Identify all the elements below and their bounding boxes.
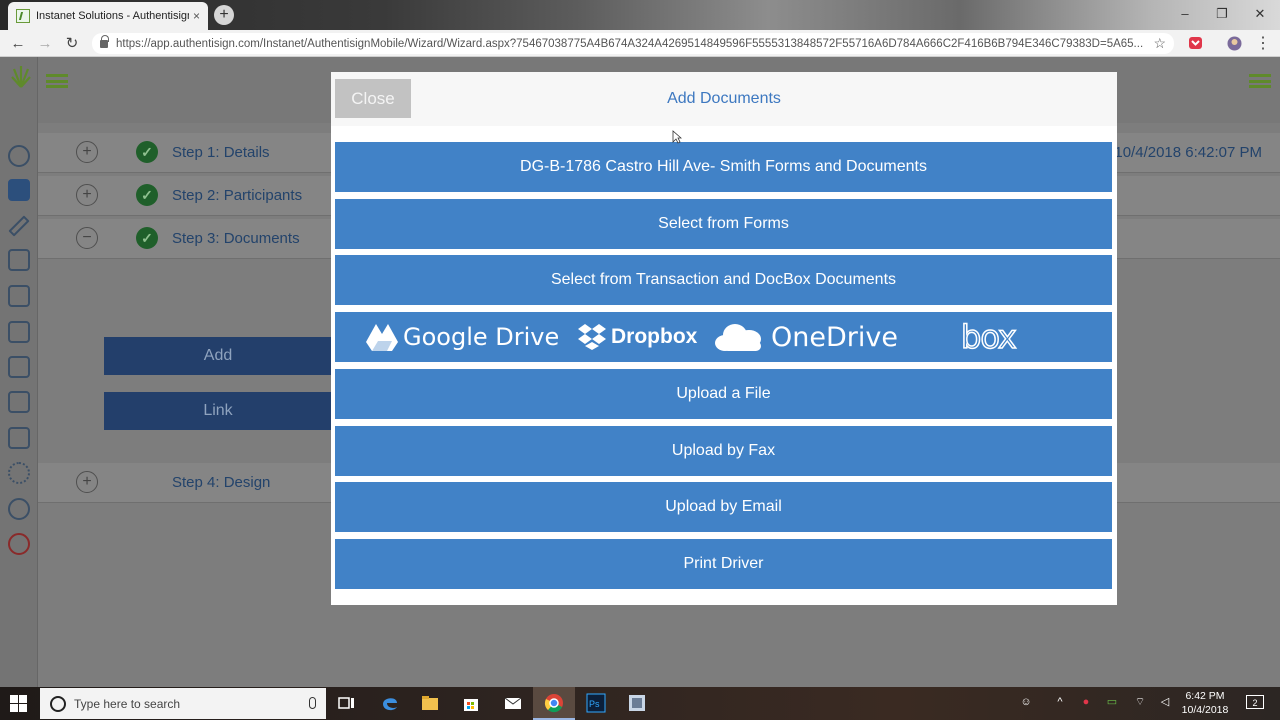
step-label: Step 4: Design [172, 474, 271, 491]
reload-icon[interactable]: ↻ [62, 34, 82, 54]
svg-text:Ps: Ps [589, 699, 600, 709]
forward-icon[interactable]: → [35, 34, 55, 54]
task-view-icon[interactable] [337, 693, 357, 713]
profile-avatar-icon[interactable] [1227, 36, 1242, 51]
right-menu-icon[interactable] [1249, 74, 1271, 88]
link-documents-button[interactable]: Link [104, 392, 332, 430]
browser-tab[interactable]: Instanet Solutions - Authentisign × [8, 2, 208, 30]
clock-time: 6:42 PM [1185, 690, 1225, 702]
browser-tab-strip: Instanet Solutions - Authentisign × + – … [0, 0, 1280, 30]
expand-step-icon[interactable]: + [76, 184, 98, 206]
mouse-cursor-icon [672, 130, 682, 144]
battery-tray-icon[interactable]: ▭ [1105, 695, 1119, 709]
dropbox-icon [578, 324, 606, 350]
lock-icon [100, 34, 109, 48]
print-driver-button[interactable]: Print Driver [335, 539, 1112, 589]
address-bar[interactable]: https://app.authentisign.com/Instanet/Au… [92, 33, 1174, 54]
cortana-icon [50, 695, 66, 712]
tab-close-icon[interactable]: × [193, 9, 200, 23]
people-icon[interactable]: ☺ [1019, 695, 1033, 709]
google-drive-label: Google Drive [403, 323, 560, 351]
calendar-icon[interactable] [8, 321, 30, 343]
help-icon[interactable] [8, 498, 30, 520]
expand-step-icon[interactable]: + [76, 141, 98, 163]
google-drive-button[interactable]: Google Drive [365, 312, 559, 362]
photoshop-icon[interactable]: Ps [586, 693, 606, 713]
transaction-forms-button[interactable]: DG-B-1786 Castro Hill Ave- Smith Forms a… [335, 142, 1112, 192]
browser-menu-icon[interactable]: ⋮ [1253, 34, 1273, 54]
upload-fax-button[interactable]: Upload by Fax [335, 426, 1112, 476]
select-transaction-docbox-button[interactable]: Select from Transaction and DocBox Docum… [335, 255, 1112, 305]
back-icon[interactable]: ← [8, 34, 28, 54]
left-menu-icon[interactable] [46, 74, 68, 88]
contact-card-icon[interactable] [8, 427, 30, 449]
windows-start-icon[interactable] [10, 695, 27, 712]
network-icon[interactable]: ⌔ [1133, 695, 1147, 709]
action-center-icon[interactable]: 2 [1246, 695, 1264, 709]
new-tab-button[interactable]: + [214, 5, 234, 25]
edge-browser-icon[interactable] [380, 693, 400, 713]
minimize-button[interactable]: – [1170, 4, 1200, 24]
dashboard-gauge-icon[interactable] [8, 145, 30, 167]
google-drive-icon [366, 324, 398, 351]
microphone-icon[interactable] [309, 697, 316, 709]
home-icon[interactable] [8, 179, 30, 201]
add-documents-button[interactable]: Add [104, 337, 332, 375]
window-close-button[interactable]: ✕ [1245, 4, 1275, 24]
antivirus-tray-icon[interactable]: ● [1079, 695, 1093, 709]
authentisign-logo-icon [11, 66, 31, 88]
onedrive-label: OneDrive [771, 321, 898, 353]
upload-file-button[interactable]: Upload a File [335, 369, 1112, 419]
add-documents-modal: Close Add Documents DG-B-1786 Castro Hil… [331, 72, 1117, 605]
collapse-step-icon[interactable]: − [76, 227, 98, 249]
box-button[interactable]: box [960, 312, 1017, 362]
select-from-forms-button[interactable]: Select from Forms [335, 199, 1112, 249]
step-complete-check-icon: ✓ [136, 141, 158, 163]
box-icon[interactable] [8, 285, 30, 307]
dropbox-button[interactable]: Dropbox [577, 312, 697, 362]
tab-title: Instanet Solutions - Authentisign [36, 10, 189, 22]
onedrive-button[interactable]: OneDrive [713, 312, 898, 362]
step-complete-check-icon: ✓ [136, 227, 158, 249]
cloud-services-row: Google Drive Dropbox OneDrive box [335, 312, 1112, 362]
show-hidden-icons-chevron-icon[interactable]: ^ [1053, 695, 1067, 709]
file-explorer-icon[interactable] [420, 693, 440, 713]
dropbox-label: Dropbox [611, 325, 698, 348]
box-logo-label: box [960, 317, 1017, 357]
settings-gear-icon[interactable] [8, 462, 30, 484]
power-icon[interactable] [8, 533, 30, 555]
restore-button[interactable]: ❐ [1207, 4, 1237, 24]
document-search-icon[interactable] [8, 356, 30, 378]
expand-step-icon[interactable]: + [76, 471, 98, 493]
step-label: Step 1: Details [172, 144, 270, 161]
store-icon[interactable] [461, 693, 481, 713]
documents-stack-icon[interactable] [8, 391, 30, 413]
mail-icon[interactable] [503, 693, 523, 713]
chrome-icon[interactable] [544, 693, 564, 713]
clock-date: 10/4/2018 [1181, 704, 1229, 716]
url-text: https://app.authentisign.com/Instanet/Au… [116, 37, 1144, 50]
modal-header: Close Add Documents [331, 72, 1117, 126]
modal-title: Add Documents [667, 90, 781, 107]
system-clock[interactable]: 6:42 PM 10/4/2018 [1180, 689, 1230, 717]
step-label: Step 3: Documents [172, 230, 300, 247]
taskbar-search-box[interactable]: Type here to search [40, 688, 326, 719]
document-icon[interactable] [8, 249, 30, 271]
bookmark-star-icon[interactable]: ☆ [1153, 35, 1166, 52]
onedrive-cloud-icon [715, 324, 761, 351]
step-label: Step 2: Participants [172, 187, 303, 204]
step-complete-check-icon: ✓ [136, 184, 158, 206]
upload-email-button[interactable]: Upload by Email [335, 482, 1112, 532]
pocket-extension-icon[interactable] [1188, 36, 1203, 51]
windows-taskbar: Type here to search Ps ☺ ^ ● ▭ ⌔ ◁ 6:42 … [0, 687, 1280, 720]
step-date: 10/4/2018 6:42:07 PM [1114, 144, 1262, 161]
search-placeholder: Type here to search [74, 696, 181, 711]
left-sidebar [0, 57, 38, 687]
browser-toolbar: ← → ↻ https://app.authentisign.com/Insta… [0, 30, 1280, 57]
pen-icon[interactable] [8, 215, 30, 237]
photo-app-icon[interactable] [627, 693, 647, 713]
authentisign-favicon-icon [16, 9, 30, 23]
volume-icon[interactable]: ◁ [1158, 695, 1172, 709]
